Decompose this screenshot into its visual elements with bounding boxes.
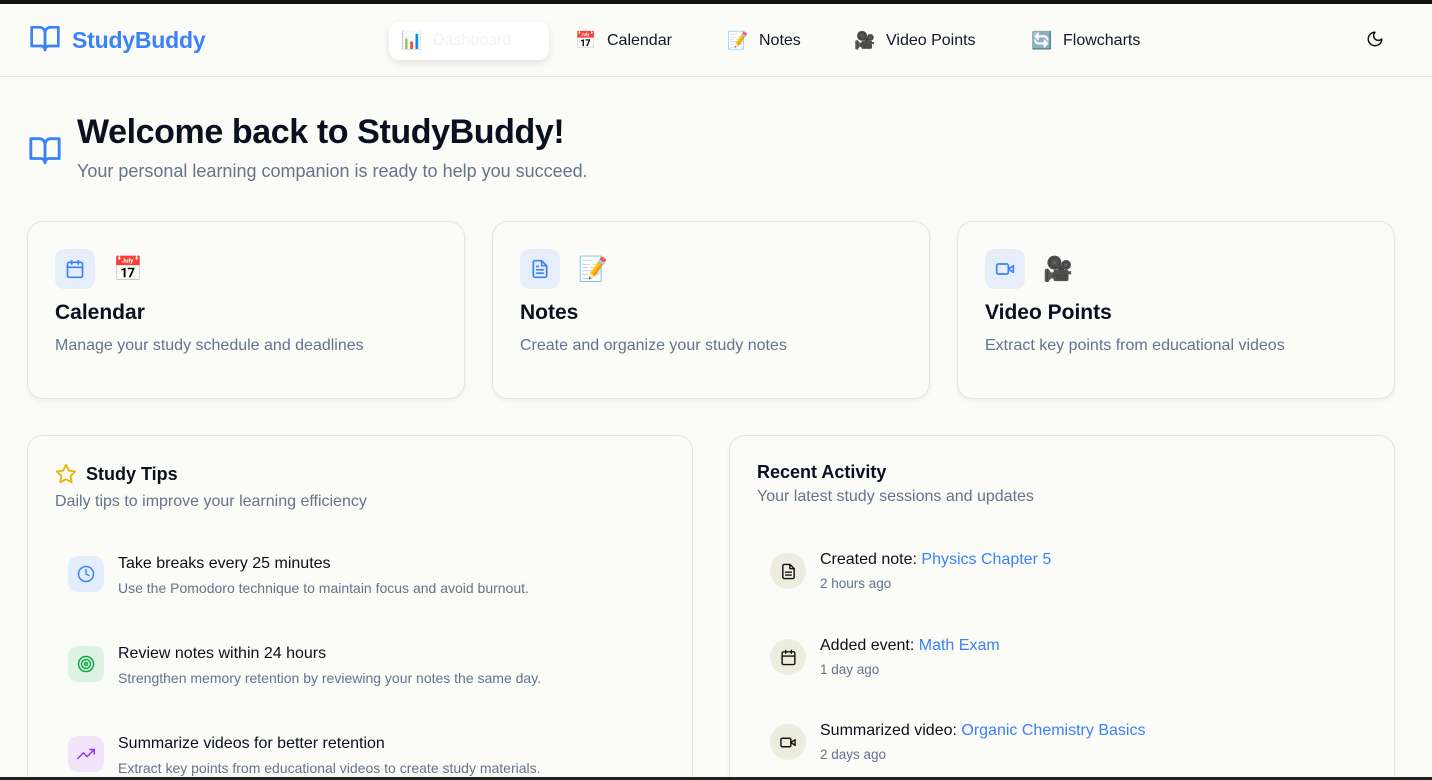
study-tips-subtitle: Daily tips to improve your learning effi… xyxy=(55,493,367,510)
file-text-icon xyxy=(770,553,806,589)
activity-link[interactable]: Math Exam xyxy=(919,637,1000,654)
feature-card-video-points[interactable]: 🎥 Video Points Extract key points from e… xyxy=(957,221,1395,399)
nav-label: Flowcharts xyxy=(1063,32,1141,49)
video-icon xyxy=(770,724,806,760)
bar-chart-emoji-icon: 📊 xyxy=(401,31,423,50)
feature-title: Notes xyxy=(520,301,579,324)
trending-up-icon xyxy=(68,736,104,772)
star-icon xyxy=(55,463,77,490)
brand-name: StudyBuddy xyxy=(72,27,206,53)
study-tips-panel: Study Tips Daily tips to improve your le… xyxy=(27,435,693,780)
calendar-icon xyxy=(770,639,806,675)
nav-label: Dashboard xyxy=(433,32,512,49)
tip-title: Summarize videos for better retention xyxy=(118,735,385,752)
feature-title: Calendar xyxy=(55,301,145,324)
calendar-emoji-icon: 📅 xyxy=(113,256,143,283)
activity-text: Added event: Math Exam xyxy=(820,637,1000,655)
page-subtitle: Your personal learning companion is read… xyxy=(77,161,588,181)
memo-emoji-icon: 📝 xyxy=(578,256,608,283)
page-title: Welcome back to StudyBuddy! xyxy=(77,113,565,151)
refresh-emoji-icon: 🔄 xyxy=(1031,31,1053,50)
feature-card-notes[interactable]: 📝 Notes Create and organize your study n… xyxy=(492,221,930,399)
nav-item-notes[interactable]: 📝 Notes xyxy=(715,22,813,60)
book-open-icon xyxy=(27,133,63,172)
activity-link[interactable]: Physics Chapter 5 xyxy=(921,551,1051,568)
book-open-icon xyxy=(28,22,62,59)
activity-text: Created note: Physics Chapter 5 xyxy=(820,551,1051,569)
tip-description: Strengthen memory retention by reviewing… xyxy=(118,670,542,686)
nav-item-flowcharts[interactable]: 🔄 Flowcharts xyxy=(1019,22,1152,60)
nav-item-calendar[interactable]: 📅 Calendar xyxy=(563,22,684,60)
theme-toggle-button[interactable] xyxy=(1366,30,1384,53)
activity-prefix: Added event: xyxy=(820,637,915,654)
feature-description: Manage your study schedule and deadlines xyxy=(55,337,364,354)
activity-text: Summarized video: Organic Chemistry Basi… xyxy=(820,722,1145,740)
brand[interactable]: StudyBuddy xyxy=(28,22,206,59)
activity-link[interactable]: Organic Chemistry Basics xyxy=(961,722,1145,739)
nav-item-video-points[interactable]: 🎥 Video Points xyxy=(842,22,988,60)
memo-emoji-icon: 📝 xyxy=(727,31,749,50)
nav-label: Video Points xyxy=(886,32,976,49)
tip-title: Review notes within 24 hours xyxy=(118,645,327,662)
activity-prefix: Created note: xyxy=(820,551,917,568)
feature-card-calendar[interactable]: 📅 Calendar Manage your study schedule an… xyxy=(27,221,465,399)
target-icon xyxy=(68,646,104,682)
activity-time: 2 hours ago xyxy=(820,576,892,591)
video-icon xyxy=(985,249,1025,289)
recent-activity-subtitle: Your latest study sessions and updates xyxy=(757,488,1034,505)
recent-activity-panel: Recent Activity Your latest study sessio… xyxy=(729,435,1395,780)
movie-camera-emoji-icon: 🎥 xyxy=(854,31,876,50)
activity-time: 2 days ago xyxy=(820,747,887,762)
nav-item-dashboard[interactable]: 📊 Dashboard xyxy=(389,22,549,60)
top-navigation: StudyBuddy 📊 Dashboard 📅 Calendar 📝 Note… xyxy=(0,4,1432,77)
tip-description: Extract key points from educational vide… xyxy=(118,760,541,776)
tip-description: Use the Pomodoro technique to maintain f… xyxy=(118,580,529,596)
feature-description: Extract key points from educational vide… xyxy=(985,337,1285,354)
file-text-icon xyxy=(520,249,560,289)
calendar-icon xyxy=(55,249,95,289)
nav-label: Notes xyxy=(759,32,801,49)
study-tips-title: Study Tips xyxy=(86,464,178,484)
feature-description: Create and organize your study notes xyxy=(520,337,787,354)
movie-camera-emoji-icon: 🎥 xyxy=(1043,256,1073,283)
tip-title: Take breaks every 25 minutes xyxy=(118,555,331,572)
moon-icon xyxy=(1366,31,1384,52)
recent-activity-title: Recent Activity xyxy=(757,462,887,482)
activity-time: 1 day ago xyxy=(820,662,880,677)
clock-icon xyxy=(68,556,104,592)
activity-prefix: Summarized video: xyxy=(820,722,957,739)
feature-title: Video Points xyxy=(985,301,1112,324)
nav-label: Calendar xyxy=(607,32,672,49)
calendar-emoji-icon: 📅 xyxy=(575,31,597,50)
